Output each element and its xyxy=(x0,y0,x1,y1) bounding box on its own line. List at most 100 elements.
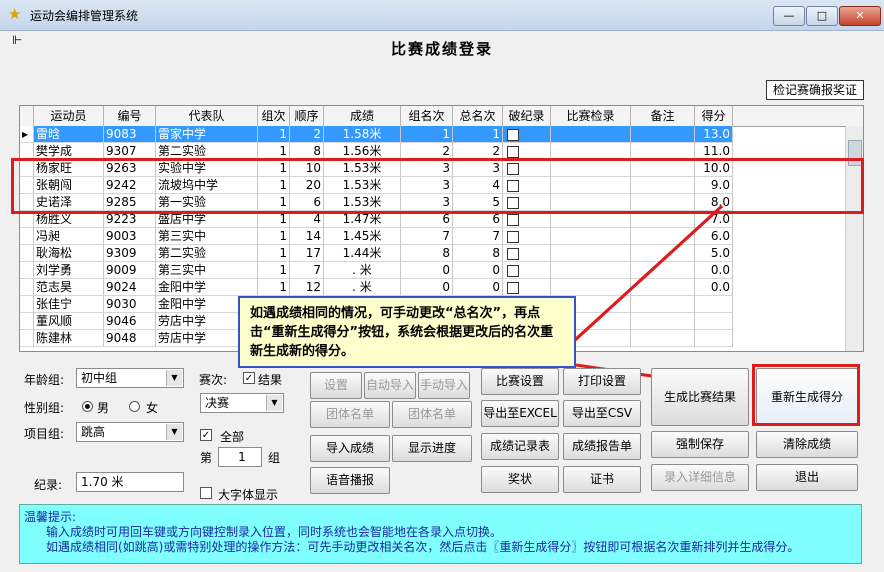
clear-scores-button[interactable]: 清除成绩 xyxy=(756,431,858,458)
manual-import-button[interactable]: 手动导入 xyxy=(418,372,470,399)
cell-score_pts[interactable]: 13.0 xyxy=(695,126,733,143)
cell-empty[interactable] xyxy=(631,126,695,143)
cell-id[interactable]: 9024 xyxy=(104,279,156,296)
cell-group[interactable]: 1 xyxy=(258,262,290,279)
minimize-button[interactable]: — xyxy=(773,6,805,26)
cell-grank[interactable]: 1 xyxy=(401,126,453,143)
cell-trank[interactable]: 0 xyxy=(453,279,503,296)
print-settings-button[interactable]: 打印设置 xyxy=(563,368,641,395)
score-record-button[interactable]: 成绩记录表 xyxy=(481,433,559,460)
column-header[interactable]: 破纪录 xyxy=(503,106,551,126)
column-header[interactable]: 总名次 xyxy=(453,106,503,126)
cell-group[interactable]: 1 xyxy=(258,126,290,143)
cell-score[interactable]: 1.44米 xyxy=(324,245,401,262)
close-button[interactable]: ✕ xyxy=(839,6,881,26)
column-header[interactable]: 备注 xyxy=(631,106,695,126)
cell-id[interactable]: 9048 xyxy=(104,330,156,347)
cell-trank[interactable]: 8 xyxy=(453,245,503,262)
cell-id[interactable]: 9083 xyxy=(104,126,156,143)
export-csv-button[interactable]: 导出至CSV xyxy=(563,400,641,427)
event-select[interactable]: 跳高 ▼ xyxy=(76,422,184,442)
column-header[interactable]: 编号 xyxy=(104,106,156,126)
cell-team[interactable]: 第三实中 xyxy=(156,262,258,279)
cell-score[interactable]: . 米 xyxy=(324,262,401,279)
cell-grank[interactable]: 7 xyxy=(401,228,453,245)
record-checkbox[interactable] xyxy=(507,128,519,141)
column-header[interactable]: 顺序 xyxy=(290,106,324,126)
all-checkbox[interactable]: ✓ xyxy=(200,429,212,441)
age-select[interactable]: 初中组 ▼ xyxy=(76,368,184,388)
cell-score[interactable]: 1.45米 xyxy=(324,228,401,245)
cell-team[interactable]: 第三实中 xyxy=(156,228,258,245)
cell-id[interactable]: 9046 xyxy=(104,313,156,330)
record-checkbox[interactable] xyxy=(507,213,519,226)
exit-button[interactable]: 退出 xyxy=(756,464,858,491)
cell-name[interactable]: 雷晗 xyxy=(34,126,104,143)
cell-team[interactable]: 雷家中学 xyxy=(156,126,258,143)
gen-results-button[interactable]: 生成比赛结果 xyxy=(651,368,749,426)
match-settings-button[interactable]: 比赛设置 xyxy=(481,368,559,395)
record-checkbox[interactable] xyxy=(507,230,519,243)
score-report-button[interactable]: 成绩报告单 xyxy=(563,433,641,460)
cell-score[interactable]: . 米 xyxy=(324,279,401,296)
cell-name[interactable]: 张佳宁 xyxy=(34,296,104,313)
team-list-print-button[interactable]: 团体名单 xyxy=(392,401,472,428)
cell-trank[interactable]: 1 xyxy=(453,126,503,143)
cell-name[interactable]: 耿海松 xyxy=(34,245,104,262)
cell-group[interactable]: 1 xyxy=(258,228,290,245)
column-header[interactable]: 成绩 xyxy=(324,106,401,126)
result-checkbox[interactable]: ✓ xyxy=(243,372,255,384)
cell-name[interactable]: 冯昶 xyxy=(34,228,104,245)
award-button[interactable]: 奖状 xyxy=(481,466,559,493)
voice-button[interactable]: 语音播报 xyxy=(310,467,390,494)
import-scores-button[interactable]: 导入成绩 xyxy=(310,435,390,462)
cell-grank[interactable]: 0 xyxy=(401,262,453,279)
column-header[interactable]: 得分 xyxy=(695,106,733,126)
cell-group[interactable]: 1 xyxy=(258,279,290,296)
cell-order[interactable]: 12 xyxy=(290,279,324,296)
column-header[interactable]: 组次 xyxy=(258,106,290,126)
force-save-button[interactable]: 强制保存 xyxy=(651,431,749,458)
record-checkbox[interactable] xyxy=(507,264,519,277)
record-checkbox[interactable] xyxy=(507,145,519,158)
column-header[interactable]: 组名次 xyxy=(401,106,453,126)
export-excel-button[interactable]: 导出至EXCEL xyxy=(481,400,559,427)
cell-order[interactable]: 17 xyxy=(290,245,324,262)
enter-details-button[interactable]: 录入详细信息 xyxy=(651,464,749,491)
maximize-button[interactable]: □ xyxy=(806,6,838,26)
gender-female-radio[interactable] xyxy=(129,401,140,412)
cell-id[interactable]: 9309 xyxy=(104,245,156,262)
cell-id[interactable]: 9009 xyxy=(104,262,156,279)
cell-empty[interactable] xyxy=(551,126,631,143)
cell-group[interactable]: 1 xyxy=(258,245,290,262)
cell-name[interactable]: 董风顺 xyxy=(34,313,104,330)
record-checkbox[interactable] xyxy=(507,247,519,260)
cell-order[interactable]: 14 xyxy=(290,228,324,245)
auto-import-button[interactable]: 自动导入 xyxy=(364,372,416,399)
cell-score[interactable]: 1.58米 xyxy=(324,126,401,143)
cell-trank[interactable]: 7 xyxy=(453,228,503,245)
gender-male-radio[interactable] xyxy=(82,401,93,412)
cell-order[interactable]: 2 xyxy=(290,126,324,143)
cell-name[interactable]: 陈建林 xyxy=(34,330,104,347)
column-header[interactable]: 代表队 xyxy=(156,106,258,126)
round-select[interactable]: 决赛 ▼ xyxy=(200,393,284,413)
record-field[interactable]: 1.70 米 xyxy=(76,472,184,492)
cell-team[interactable]: 金阳中学 xyxy=(156,279,258,296)
cell-name[interactable]: 刘学勇 xyxy=(34,262,104,279)
cell-id[interactable]: 9030 xyxy=(104,296,156,313)
cell-grank[interactable]: 0 xyxy=(401,279,453,296)
cell-record[interactable] xyxy=(503,126,551,143)
record-checkbox[interactable] xyxy=(507,281,519,294)
show-progress-button[interactable]: 显示进度 xyxy=(392,435,472,462)
cell-order[interactable]: 7 xyxy=(290,262,324,279)
stamp-label[interactable]: 检记赛确报奖证 xyxy=(766,80,864,100)
column-header[interactable]: 比赛检录 xyxy=(551,106,631,126)
table-row[interactable]: ▸ 雷晗 9083 雷家中学 1 2 1.58米 1 1 13.0 xyxy=(20,126,863,143)
column-header[interactable]: 运动员 xyxy=(34,106,104,126)
settings-button[interactable]: 设置 xyxy=(310,372,362,399)
cell-trank[interactable]: 0 xyxy=(453,262,503,279)
cell-grank[interactable]: 8 xyxy=(401,245,453,262)
certificate-button[interactable]: 证书 xyxy=(563,466,641,493)
cell-name[interactable]: 范志昊 xyxy=(34,279,104,296)
